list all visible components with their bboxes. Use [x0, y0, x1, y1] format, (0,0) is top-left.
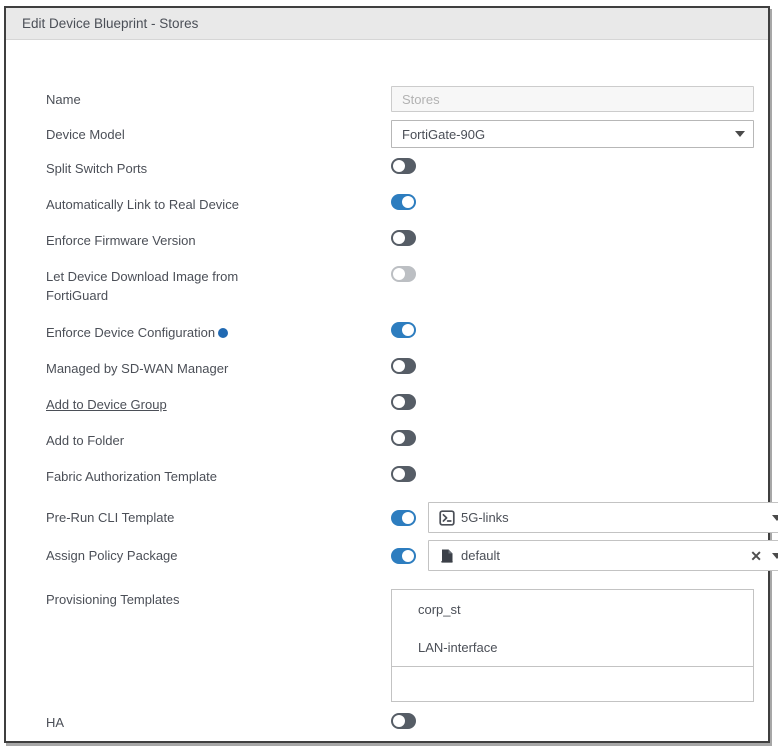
- sdwan-manager-label: Managed by SD-WAN Manager: [46, 358, 391, 378]
- policy-package-label: Assign Policy Package: [46, 546, 391, 565]
- toggle-knob: [393, 468, 405, 480]
- toggle-knob: [402, 324, 414, 336]
- enforce-device-config-row: Enforce Device Configuration: [46, 322, 754, 340]
- device-model-label: Device Model: [46, 125, 391, 144]
- name-label: Name: [46, 90, 391, 109]
- toggle-knob: [393, 360, 405, 372]
- add-to-folder-toggle[interactable]: [391, 430, 416, 446]
- chevron-down-icon: [772, 515, 778, 521]
- policy-package-toggle[interactable]: [391, 548, 416, 564]
- toggle-knob: [402, 512, 414, 524]
- toggle-knob: [393, 268, 405, 280]
- provisioning-templates-box: corp_st LAN-interface: [391, 589, 754, 702]
- provisioning-templates-label: Provisioning Templates: [46, 589, 391, 609]
- fabric-auth-template-label: Fabric Authorization Template: [46, 466, 391, 486]
- toggle-knob: [393, 432, 405, 444]
- policy-package-value: default: [461, 548, 500, 563]
- device-model-value: FortiGate-90G: [402, 127, 727, 142]
- cli-terminal-icon: [439, 510, 455, 526]
- enforce-firmware-version-toggle[interactable]: [391, 230, 416, 246]
- policy-package-select[interactable]: default ✕: [428, 540, 778, 571]
- add-to-folder-label: Add to Folder: [46, 430, 391, 450]
- sdwan-manager-toggle[interactable]: [391, 358, 416, 374]
- pre-run-cli-toggle[interactable]: [391, 510, 416, 526]
- add-device-group-link[interactable]: Add to Device Group: [46, 394, 391, 414]
- download-image-fortiguard-toggle: [391, 266, 416, 282]
- edit-device-blueprint-dialog: Edit Device Blueprint - Stores Name Devi…: [4, 6, 770, 743]
- split-switch-ports-row: Split Switch Ports: [46, 158, 754, 176]
- enforce-device-config-toggle[interactable]: [391, 322, 416, 338]
- dialog-title: Edit Device Blueprint - Stores: [22, 16, 198, 31]
- device-model-row: Device Model FortiGate-90G: [46, 120, 754, 148]
- enforce-firmware-version-label: Enforce Firmware Version: [46, 230, 391, 250]
- pre-run-cli-row: Pre-Run CLI Template 5G-links: [46, 502, 754, 533]
- split-switch-ports-label: Split Switch Ports: [46, 158, 391, 178]
- ha-row: HA: [46, 712, 754, 730]
- list-item[interactable]: corp_st: [392, 590, 753, 628]
- list-item[interactable]: LAN-interface: [392, 628, 753, 666]
- pre-run-cli-label: Pre-Run CLI Template: [46, 508, 391, 527]
- dialog-content: Name Device Model FortiGate-90G Split Sw…: [6, 40, 768, 730]
- policy-package-row: Assign Policy Package default ✕: [46, 540, 754, 571]
- enforce-device-config-label: Enforce Device Configuration: [46, 322, 391, 342]
- clear-icon[interactable]: ✕: [748, 549, 764, 563]
- toggle-knob: [402, 196, 414, 208]
- dialog-titlebar: Edit Device Blueprint - Stores: [6, 8, 768, 40]
- toggle-knob: [393, 396, 405, 408]
- chevron-down-icon: [735, 131, 745, 137]
- toggle-knob: [393, 232, 405, 244]
- ha-toggle[interactable]: [391, 713, 416, 729]
- fabric-auth-template-toggle[interactable]: [391, 466, 416, 482]
- add-device-group-row: Add to Device Group: [46, 394, 754, 412]
- toggle-knob: [402, 550, 414, 562]
- fabric-auth-template-row: Fabric Authorization Template: [46, 466, 754, 484]
- provisioning-templates-list: corp_st LAN-interface: [391, 589, 754, 667]
- provisioning-template-new-input[interactable]: [391, 666, 754, 702]
- split-switch-ports-toggle[interactable]: [391, 158, 416, 174]
- add-to-folder-row: Add to Folder: [46, 430, 754, 448]
- download-image-fortiguard-row: Let Device Download Image from FortiGuar…: [46, 266, 754, 306]
- toggle-knob: [393, 160, 405, 172]
- pre-run-cli-value: 5G-links: [461, 510, 509, 525]
- ha-label: HA: [46, 712, 391, 732]
- toggle-knob: [393, 715, 405, 727]
- name-input: [391, 86, 754, 112]
- sdwan-manager-row: Managed by SD-WAN Manager: [46, 358, 754, 376]
- add-device-group-toggle[interactable]: [391, 394, 416, 410]
- info-dot-icon: [218, 328, 228, 338]
- auto-link-real-device-row: Automatically Link to Real Device: [46, 194, 754, 212]
- provisioning-templates-row: Provisioning Templates corp_st LAN-inter…: [46, 589, 754, 702]
- enforce-firmware-version-row: Enforce Firmware Version: [46, 230, 754, 248]
- auto-link-real-device-toggle[interactable]: [391, 194, 416, 210]
- auto-link-real-device-label: Automatically Link to Real Device: [46, 194, 391, 214]
- pre-run-cli-select[interactable]: 5G-links: [428, 502, 778, 533]
- chevron-down-icon: [772, 553, 778, 559]
- device-model-select[interactable]: FortiGate-90G: [391, 120, 754, 148]
- policy-package-icon: [439, 548, 455, 564]
- name-row: Name: [46, 86, 754, 112]
- download-image-fortiguard-label: Let Device Download Image from FortiGuar…: [46, 266, 391, 305]
